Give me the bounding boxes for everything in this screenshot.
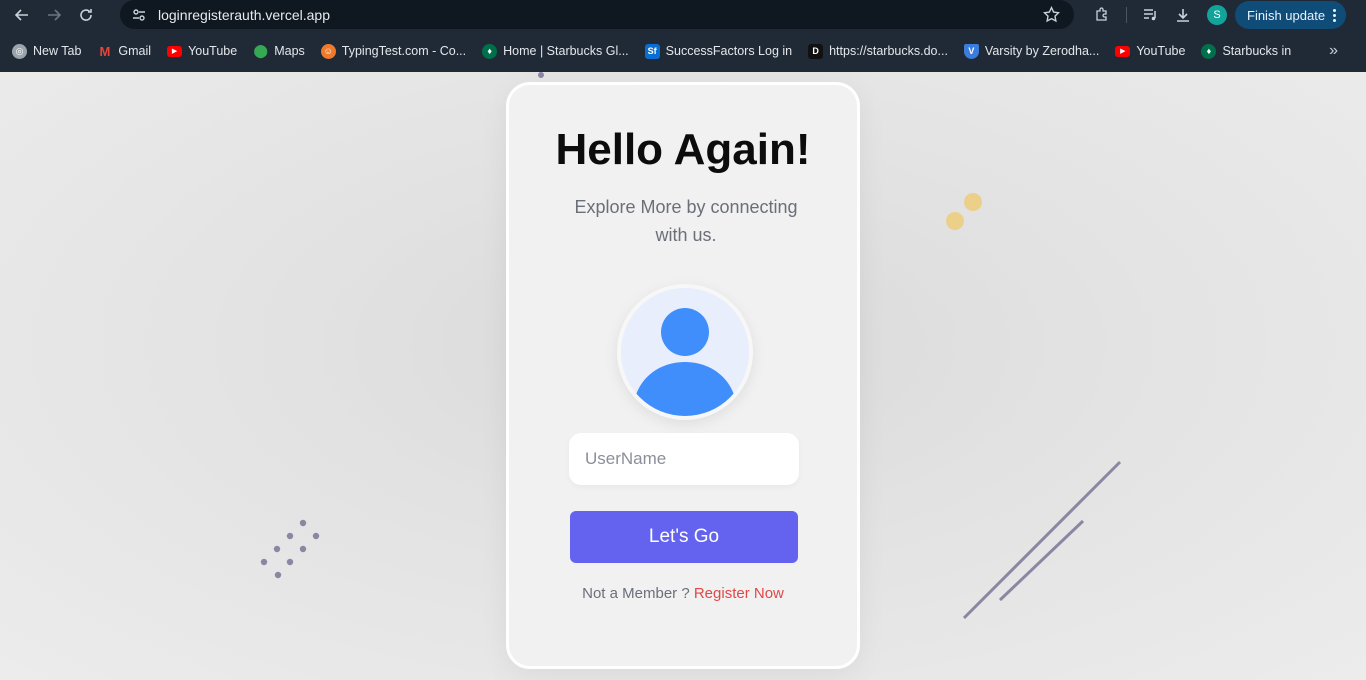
register-link[interactable]: Register Now <box>694 585 784 602</box>
typingtest-icon: ☺ <box>320 43 336 59</box>
bookmark-item[interactable]: ♦ Starbucks in <box>1201 43 1292 59</box>
small-dot-decoration <box>538 72 544 78</box>
more-menu-icon <box>1333 8 1337 22</box>
profile-avatar[interactable]: S <box>1207 5 1227 25</box>
bookmark-label: Gmail <box>118 44 152 58</box>
login-card: Hello Again! Explore More by connecting … <box>506 82 860 669</box>
toolbar-divider <box>1126 7 1127 23</box>
url-text[interactable]: loginregisterauth.vercel.app <box>158 7 330 23</box>
register-prompt: Not a Member ? Register Now <box>509 585 857 602</box>
media-controls-button[interactable] <box>1135 1 1167 29</box>
bookmark-item[interactable]: Dhttps://starbucks.do... <box>808 43 948 59</box>
d-icon: D <box>808 43 824 59</box>
starbucks-icon: ♦ <box>1201 43 1217 59</box>
bookmark-item[interactable]: ☺ TypingTest.com - Co... <box>320 43 467 59</box>
user-avatar <box>617 284 753 420</box>
site-info-button[interactable] <box>124 0 154 29</box>
bookmark-star-icon[interactable] <box>1043 6 1060 23</box>
submit-button[interactable]: Let's Go <box>570 511 798 563</box>
bookmark-item[interactable]: Sf SuccessFactors Log in <box>644 43 793 59</box>
reload-button[interactable] <box>70 1 102 29</box>
arrow-left-icon <box>14 9 28 21</box>
download-icon <box>1177 9 1189 22</box>
tune-icon <box>133 8 145 21</box>
arrow-right-icon <box>48 9 62 21</box>
finish-update-label: Finish update <box>1247 7 1326 23</box>
gmail-icon: M <box>99 43 111 59</box>
extensions-button[interactable] <box>1086 1 1118 29</box>
finish-update-button[interactable]: Finish update <box>1235 1 1347 29</box>
bookmark-item[interactable]: ◎ New Tab <box>12 43 82 59</box>
reload-icon <box>80 9 92 21</box>
page-title: Hello Again! <box>555 125 811 174</box>
bookmark-label: Starbucks in <box>1222 44 1292 58</box>
bookmark-item[interactable]: V Varsity by Zerodha... <box>963 43 1100 59</box>
queue-music-icon <box>1144 9 1156 21</box>
bookmark-item[interactable]: ♦ Home | Starbucks Gl... <box>482 43 629 59</box>
bookmark-label: Maps <box>274 44 305 58</box>
bookmark-label: Varsity by Zerodha... <box>984 44 1100 58</box>
address-bar[interactable]: loginregisterauth.vercel.app <box>120 0 1074 29</box>
lines-decoration <box>962 460 1122 620</box>
bookmark-label: https://starbucks.do... <box>829 44 948 58</box>
page-subtitle: Explore More by connecting with us. <box>574 197 798 245</box>
bookmark-item[interactable]: ⬤ Maps <box>253 43 305 59</box>
bookmark-item[interactable]: M Gmail <box>97 43 152 59</box>
starbucks-icon: ♦ <box>482 43 498 59</box>
bookmark-label: New Tab <box>33 44 82 58</box>
bookmark-label: TypingTest.com - Co... <box>341 44 467 58</box>
user-icon <box>621 288 749 416</box>
varsity-icon: V <box>963 43 979 59</box>
bookmarks-bar: ◎ New Tab M Gmail ▶ YouTube ⬤ Maps ☺ TypingTe… <box>0 30 1366 72</box>
downloads-button[interactable] <box>1167 1 1199 29</box>
more-bookmarks-chevron-icon[interactable]: » <box>1329 42 1338 60</box>
globe-icon: ◎ <box>12 43 27 59</box>
bookmark-label: YouTube <box>1136 44 1186 58</box>
forward-button[interactable] <box>38 1 70 29</box>
bookmark-item[interactable]: ▶ YouTube <box>167 44 237 58</box>
bookmark-label: SuccessFactors Log in <box>665 44 793 58</box>
yellow-dot-decoration <box>946 212 964 230</box>
youtube-icon: ▶ <box>1115 45 1131 57</box>
maps-icon: ⬤ <box>253 43 268 58</box>
back-button[interactable] <box>6 1 38 29</box>
sf-icon: Sf <box>644 43 660 59</box>
member-prompt-text: Not a Member ? <box>582 585 690 602</box>
bookmark-label: YouTube <box>188 44 238 58</box>
bookmark-item[interactable]: ▶ YouTube <box>1115 44 1185 58</box>
username-input[interactable] <box>569 433 799 485</box>
yellow-dot-decoration <box>964 193 982 211</box>
bookmark-label: Home | Starbucks Gl... <box>503 44 629 58</box>
puzzle-icon <box>1096 7 1107 21</box>
browser-toolbar: loginregisterauth.vercel.app S Finish up… <box>0 0 1366 30</box>
dots-pattern-decoration <box>260 519 320 579</box>
youtube-icon: ▶ <box>167 45 183 57</box>
page-background: Hello Again! Explore More by connecting … <box>0 72 1366 680</box>
